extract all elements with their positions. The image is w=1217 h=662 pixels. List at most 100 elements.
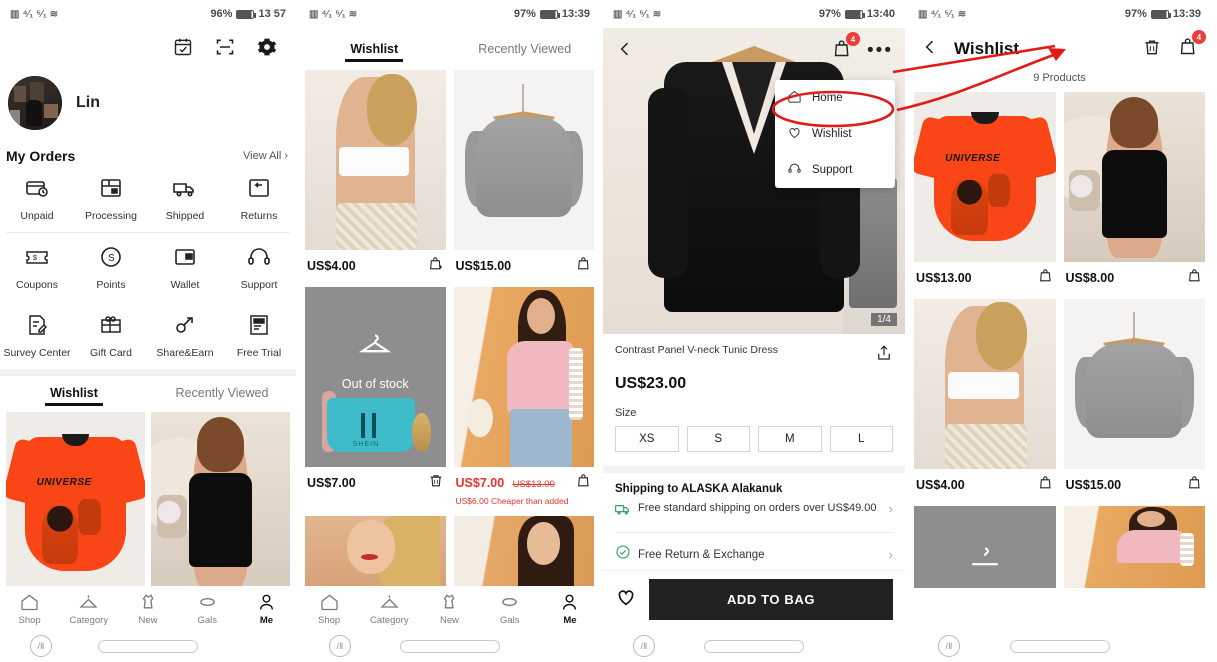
dropdown-item-wishlist[interactable]: Wishlist xyxy=(775,116,895,152)
shipping-row[interactable]: Free standard shipping on orders over US… xyxy=(615,501,893,522)
product-card[interactable]: UNIVERSE xyxy=(6,412,145,593)
product-card[interactable] xyxy=(305,515,446,593)
status-left-icons: ▥ ⁴⁄₁ ⁵⁄₁ ≋ xyxy=(613,9,661,20)
giftcard-icon xyxy=(99,313,123,342)
profile-block[interactable]: Lin xyxy=(0,62,296,148)
nav-gals[interactable]: Gals xyxy=(480,592,540,626)
product-card[interactable] xyxy=(151,412,290,593)
tab-recently-viewed[interactable]: Recently Viewed xyxy=(450,32,601,62)
status-bar-3: ▥ ⁴⁄₁ ⁵⁄₁ ≋ 97% 13:40 xyxy=(603,0,905,28)
service-support[interactable]: Support xyxy=(222,233,296,301)
accessibility-icon[interactable]: /Ⅱ xyxy=(30,635,52,657)
trash-icon[interactable] xyxy=(1142,37,1162,62)
home-indicator[interactable] xyxy=(704,639,804,653)
nav-new[interactable]: New xyxy=(419,592,479,626)
add-to-bag-icon[interactable] xyxy=(576,472,592,494)
dropdown-item-home[interactable]: Home xyxy=(775,80,895,116)
product-card[interactable]: US$7.00 US$13.00 US$6.00 Cheaper than ad… xyxy=(453,286,594,508)
svg-text:$: $ xyxy=(33,255,37,262)
service-gift-card[interactable]: Gift Card xyxy=(74,301,148,369)
service-survey-center[interactable]: Survey Center xyxy=(0,301,74,369)
add-to-bag-button[interactable]: ADD TO BAG xyxy=(649,579,893,620)
back-arrow-icon[interactable] xyxy=(920,37,940,62)
service-coupons[interactable]: $ Coupons xyxy=(0,233,74,301)
delete-icon[interactable] xyxy=(428,472,444,494)
nav-category[interactable]: Category xyxy=(359,592,419,626)
view-all-link[interactable]: View All › xyxy=(243,150,288,162)
sim-icon: ▥ xyxy=(613,8,623,20)
service-label: Support xyxy=(240,279,278,291)
home-indicator[interactable] xyxy=(98,639,198,653)
product-card[interactable]: US$8.00 xyxy=(1063,92,1205,291)
account-top-icons xyxy=(0,28,296,62)
home-indicator[interactable] xyxy=(1009,639,1110,653)
accessibility-icon[interactable]: /Ⅱ xyxy=(938,635,960,657)
product-card[interactable] xyxy=(1063,505,1205,588)
gear-icon[interactable] xyxy=(256,36,278,58)
nav-new[interactable]: New xyxy=(118,592,177,626)
calendar-check-icon[interactable] xyxy=(172,36,194,58)
avatar[interactable] xyxy=(8,76,62,130)
order-item-label: Returns xyxy=(240,210,278,222)
scan-icon[interactable] xyxy=(214,36,236,58)
size-option-m[interactable]: M xyxy=(758,426,822,452)
add-to-bag-icon[interactable] xyxy=(1038,474,1054,496)
add-to-bag-icon[interactable] xyxy=(428,255,444,277)
nav-me[interactable]: Me xyxy=(237,592,296,626)
product-card[interactable]: US$15.00 xyxy=(1063,298,1205,498)
order-item-processing[interactable]: Processing xyxy=(74,164,148,232)
product-card[interactable] xyxy=(453,515,594,593)
home-indicator[interactable] xyxy=(399,639,500,653)
survey-icon xyxy=(25,313,49,342)
product-card[interactable] xyxy=(914,505,1056,588)
service-wallet[interactable]: Wallet xyxy=(148,233,222,301)
product-card[interactable]: US$4.00 xyxy=(914,298,1056,498)
order-item-shipped[interactable]: Shipped xyxy=(148,164,222,232)
product-price: US$8.00 xyxy=(1065,270,1115,285)
order-item-unpaid[interactable]: Unpaid xyxy=(0,164,74,232)
signal-icon-1: ⁴⁄₁ xyxy=(321,8,333,20)
add-to-bag-icon[interactable] xyxy=(1187,267,1203,289)
add-to-bag-icon[interactable] xyxy=(576,255,592,277)
chevron-right-icon: › xyxy=(888,547,893,562)
size-option-l[interactable]: L xyxy=(829,426,893,452)
share-icon[interactable] xyxy=(875,344,893,367)
size-option-s[interactable]: S xyxy=(686,426,750,452)
battery-percent: 97% xyxy=(1124,8,1147,20)
bag-icon[interactable]: 4 xyxy=(832,32,861,64)
nav-me[interactable]: Me xyxy=(540,592,600,626)
nav-shop[interactable]: Shop xyxy=(0,592,59,626)
dropdown-item-support[interactable]: Support xyxy=(775,152,895,188)
accessibility-icon[interactable]: /Ⅱ xyxy=(329,635,351,657)
back-arrow-icon[interactable] xyxy=(615,39,635,64)
wishlist-tabs: Wishlist Recently Viewed xyxy=(299,28,600,62)
more-options-icon[interactable]: ••• xyxy=(867,41,893,60)
tab-wishlist[interactable]: Wishlist xyxy=(299,32,450,62)
size-option-xs[interactable]: XS xyxy=(615,426,679,452)
bottom-nav-2: Shop Category New Gals Me xyxy=(299,586,600,630)
add-to-bag-icon[interactable] xyxy=(1187,474,1203,496)
nav-shop[interactable]: Shop xyxy=(299,592,359,626)
service-share-earn[interactable]: Share&Earn xyxy=(148,301,222,369)
product-card[interactable]: US$15.00 xyxy=(453,70,594,279)
nav-label: Category xyxy=(370,615,409,626)
wishlist-heart-icon[interactable] xyxy=(615,586,637,613)
nav-gals[interactable]: Gals xyxy=(178,592,237,626)
nav-category[interactable]: Category xyxy=(59,592,118,626)
add-to-bag-icon[interactable] xyxy=(1038,267,1054,289)
accessibility-icon[interactable]: /Ⅱ xyxy=(633,635,655,657)
service-free-trial[interactable]: Free Trial xyxy=(222,301,296,369)
bag-icon[interactable]: 4 xyxy=(1178,30,1206,62)
tab-wishlist[interactable]: Wishlist xyxy=(0,376,148,406)
product-card[interactable]: Out of stock SHEIN US$7.00 xyxy=(305,286,446,508)
product-price: US$15.00 xyxy=(1065,477,1122,492)
unpaid-icon xyxy=(25,176,49,205)
product-card[interactable]: US$4.00 xyxy=(305,70,446,279)
product-price: US$4.00 xyxy=(307,258,356,273)
order-item-returns[interactable]: Returns xyxy=(222,164,296,232)
status-right: 96% 13 57 xyxy=(210,8,286,20)
product-card[interactable]: UNIVERSE US$13.00 xyxy=(914,92,1056,291)
tab-recently-viewed[interactable]: Recently Viewed xyxy=(148,376,296,406)
size-label: Size xyxy=(615,407,637,419)
service-points[interactable]: S Points xyxy=(74,233,148,301)
